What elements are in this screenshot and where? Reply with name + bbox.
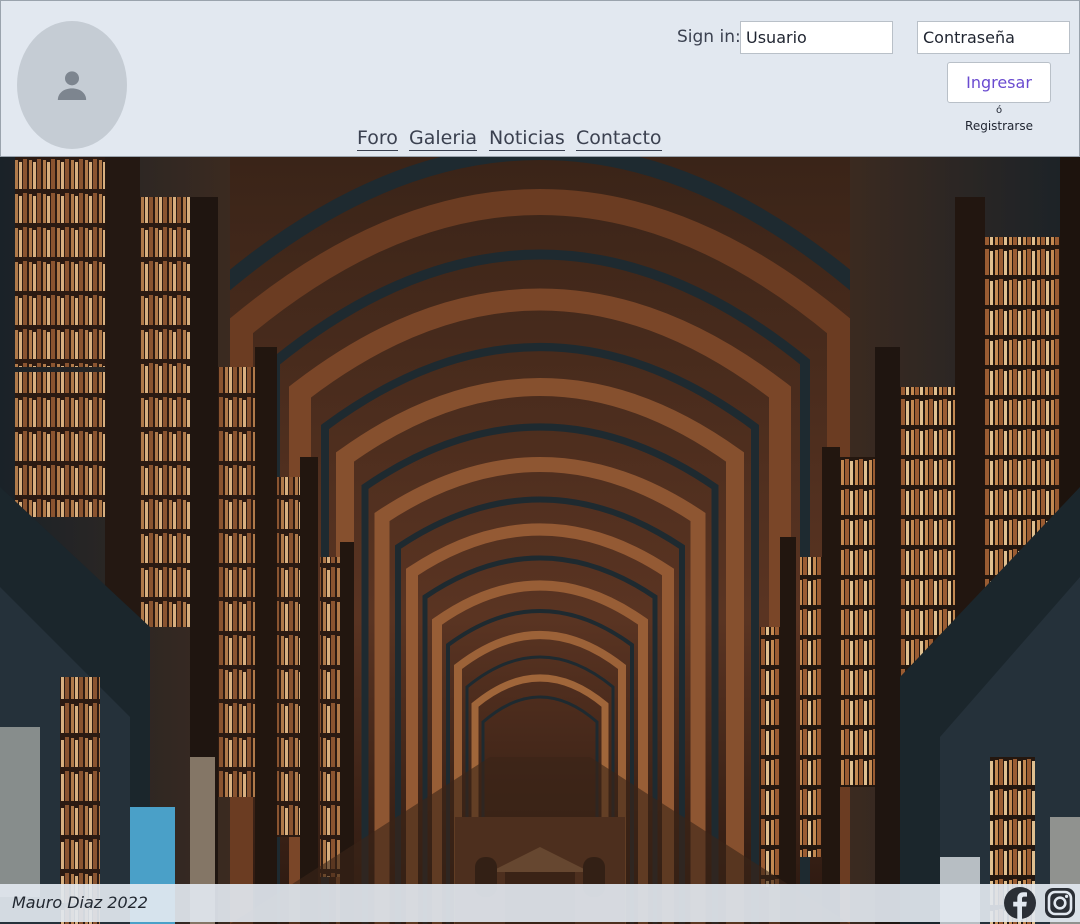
nav-item-contacto[interactable]: Contacto xyxy=(576,127,662,151)
login-button[interactable]: Ingresar xyxy=(947,62,1051,103)
password-input[interactable] xyxy=(917,21,1070,54)
nav-item-galeria[interactable]: Galeria xyxy=(409,127,478,151)
user-icon xyxy=(57,71,87,100)
username-input[interactable] xyxy=(740,21,893,54)
nav-item-foro[interactable]: Foro xyxy=(357,127,398,151)
facebook-icon[interactable] xyxy=(1003,886,1037,920)
user-avatar[interactable] xyxy=(17,21,127,149)
register-link[interactable]: Registrarse xyxy=(947,119,1051,133)
or-separator: ó xyxy=(995,105,1003,116)
footer-copyright: Mauro Diaz 2022 xyxy=(12,893,148,912)
library-illustration xyxy=(0,157,1080,924)
instagram-icon[interactable] xyxy=(1043,886,1077,920)
signin-label: Sign in: xyxy=(677,27,741,47)
hero-library-image xyxy=(0,157,1080,924)
site-header: Sign in: Ingresar ó Registrarse Foro Gal… xyxy=(0,0,1080,157)
site-footer: Mauro Diaz 2022 xyxy=(0,884,1080,922)
nav-item-noticias[interactable]: Noticias xyxy=(489,127,565,151)
